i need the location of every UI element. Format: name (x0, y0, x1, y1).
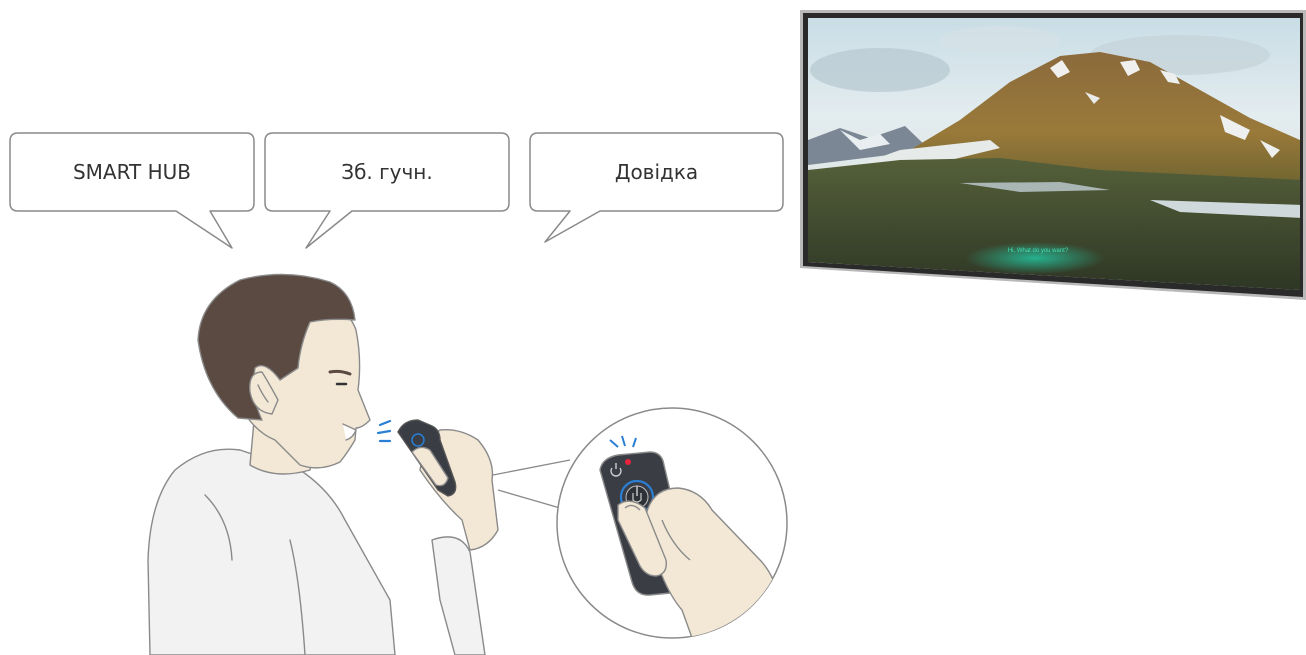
indicator-light (625, 459, 631, 465)
bubble-label-help: Довідка (614, 160, 699, 184)
tv-voice-caption: Hi, What do you want? (1008, 248, 1069, 254)
speech-bubble-volume (264, 132, 510, 249)
illustration: Hi, What do you want? (9, 10, 1306, 655)
bubble-label-volume: Зб. гучн. (341, 160, 433, 184)
zoom-circle-remote-detail (556, 407, 788, 639)
speech-bubble-smart-hub (9, 132, 255, 249)
speech-bubble-help (529, 132, 784, 243)
tv-screen-landscape: Hi, What do you want? (808, 18, 1300, 290)
sound-wave-icon (376, 419, 392, 443)
bubble-label-smart-hub: SMART HUB (72, 160, 192, 184)
shirt (147, 448, 396, 655)
person-illustration (147, 273, 499, 655)
